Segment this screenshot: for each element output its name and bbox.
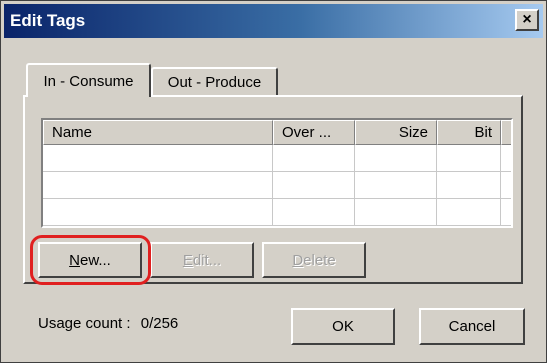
column-header-over[interactable]: Over ... (273, 120, 355, 145)
delete-button[interactable]: Delete (262, 242, 366, 278)
edit-button[interactable]: Edit... (150, 242, 254, 278)
grid-line (272, 145, 273, 226)
new-button-highlight (30, 235, 151, 285)
table-row[interactable] (43, 199, 511, 226)
usage-count: Usage count : 0/256 (38, 315, 178, 332)
close-button[interactable]: × (515, 9, 539, 31)
tab-out-produce[interactable]: Out - Produce (151, 67, 278, 96)
tags-list[interactable]: Name Over ... Size Bit (41, 118, 513, 228)
cancel-button[interactable]: Cancel (419, 308, 525, 345)
ok-button[interactable]: OK (291, 308, 395, 345)
close-icon: × (522, 11, 532, 28)
column-header-name[interactable]: Name (43, 120, 273, 145)
column-header-size[interactable]: Size (355, 120, 437, 145)
dialog-title: Edit Tags (10, 11, 86, 30)
table-row[interactable] (43, 172, 511, 199)
grid-line (436, 145, 437, 226)
edit-tags-dialog: Edit Tags × In - Consume Out - Produce N… (0, 0, 547, 363)
tab-in-consume-label: In - Consume (43, 72, 134, 90)
usage-count-value: 0/256 (140, 315, 179, 332)
column-header-bit[interactable]: Bit (437, 120, 501, 145)
tab-out-produce-label: Out - Produce (167, 74, 262, 91)
usage-count-label: Usage count : (38, 315, 131, 332)
list-header: Name Over ... Size Bit (43, 120, 511, 145)
table-row[interactable] (43, 145, 511, 172)
grid-line (354, 145, 355, 226)
tab-in-consume[interactable]: In - Consume (26, 63, 151, 97)
title-bar: Edit Tags × (4, 4, 543, 38)
column-header-filler (501, 120, 511, 145)
grid-line (500, 145, 501, 226)
